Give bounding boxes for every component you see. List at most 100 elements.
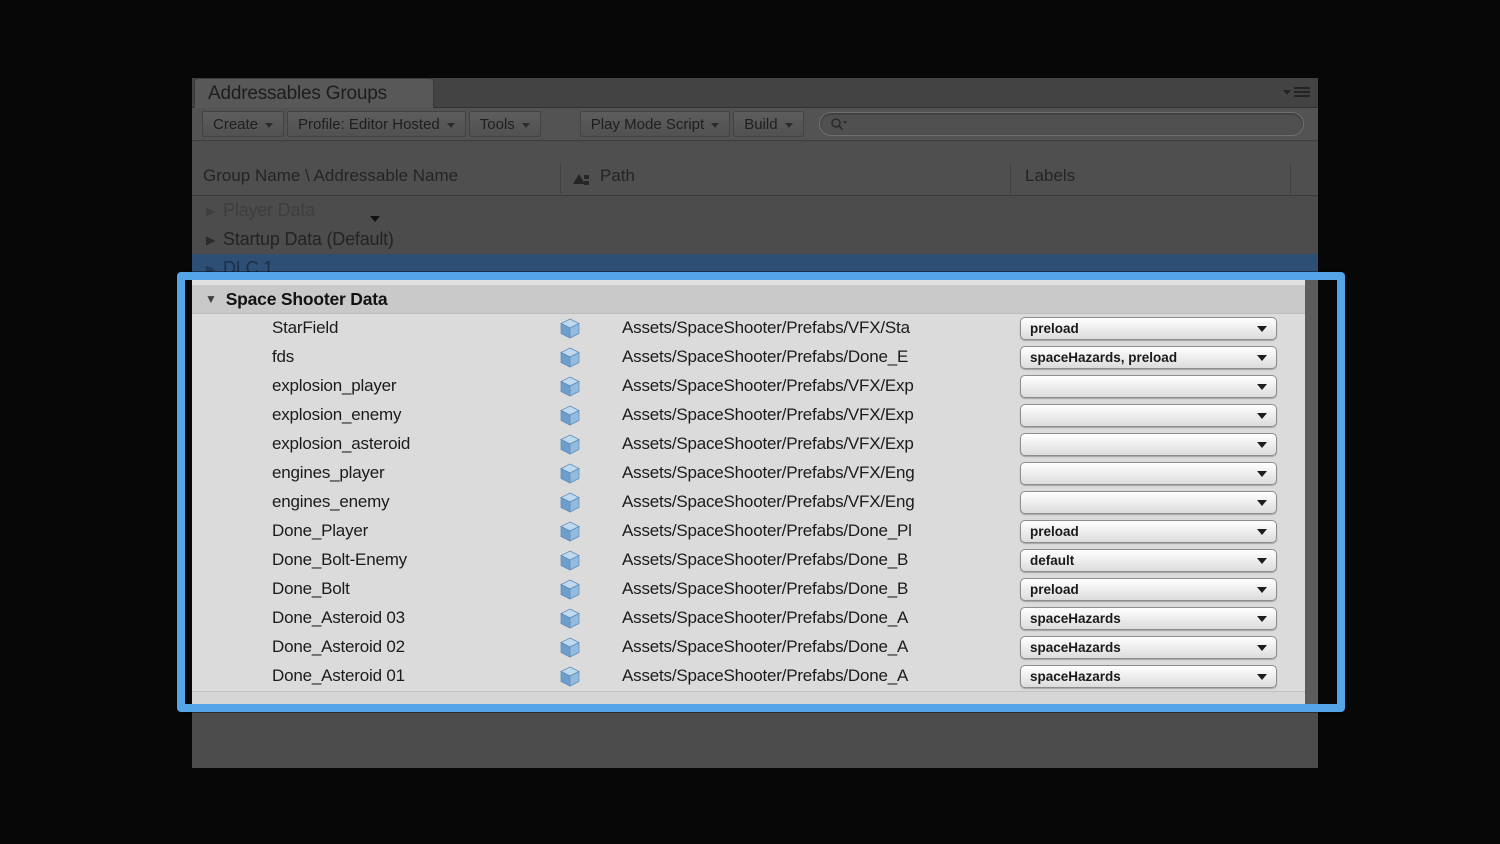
labels-dropdown[interactable]: default: [1020, 549, 1277, 572]
prefab-cube-icon: [560, 492, 580, 513]
labels-dropdown[interactable]: preload: [1020, 520, 1277, 543]
asset-path: Assets/SpaceShooter/Prefabs/Done_B: [622, 550, 1007, 570]
labels-dropdown[interactable]: [1020, 375, 1277, 398]
group-tree-dimmed: ▶ Player Data ▶ Startup Data (Default) ▶…: [192, 196, 1318, 283]
asset-name: engines_player: [272, 463, 385, 483]
asset-name: Done_Bolt-Enemy: [272, 550, 407, 570]
chevron-down-icon: [447, 123, 455, 128]
group-row-space-shooter-data[interactable]: ▼ Space Shooter Data: [192, 285, 1318, 314]
labels-dropdown[interactable]: preload: [1020, 317, 1277, 340]
labels-dropdown-value: preload: [1030, 524, 1257, 539]
labels-dropdown-value: spaceHazards: [1030, 611, 1257, 626]
labels-dropdown[interactable]: spaceHazards, preload: [1020, 346, 1277, 369]
asset-row[interactable]: fds Assets/SpaceShooter/Prefabs/Done_E s…: [192, 343, 1318, 372]
prefab-cube-icon: [560, 376, 580, 397]
asset-row[interactable]: engines_player Assets/SpaceShooter/Prefa…: [192, 459, 1318, 488]
chevron-down-icon: [1257, 442, 1267, 448]
column-header-name[interactable]: Group Name \ Addressable Name: [203, 166, 458, 186]
asset-row[interactable]: Done_Asteroid 02 Assets/SpaceShooter/Pre…: [192, 633, 1318, 662]
prefab-cube-icon: [560, 318, 580, 339]
labels-dropdown[interactable]: spaceHazards: [1020, 665, 1277, 688]
chevron-down-icon: [1257, 587, 1267, 593]
build-button-label: Build: [744, 116, 777, 133]
labels-dropdown[interactable]: spaceHazards: [1020, 636, 1277, 659]
asset-path: Assets/SpaceShooter/Prefabs/VFX/Eng: [622, 463, 1007, 483]
chevron-down-icon: [265, 123, 273, 128]
column-divider[interactable]: [1290, 164, 1291, 194]
group-row-dlc-1[interactable]: ▶ DLC 1: [192, 254, 1318, 283]
asset-path: Assets/SpaceShooter/Prefabs/Done_E: [622, 347, 1007, 367]
asset-path: Assets/SpaceShooter/Prefabs/VFX/Exp: [622, 376, 1007, 396]
window-footer-area: [192, 708, 1318, 768]
tools-button-label: Tools: [480, 116, 515, 133]
asset-state-icon[interactable]: [572, 170, 590, 187]
column-divider[interactable]: [560, 164, 561, 194]
foldout-expanded-icon[interactable]: ▼: [205, 292, 217, 306]
prefab-cube-icon: [560, 608, 580, 629]
asset-row[interactable]: Done_Asteroid 01 Assets/SpaceShooter/Pre…: [192, 662, 1318, 691]
chevron-down-icon: [1257, 500, 1267, 506]
window-tab-strip: Addressables Groups: [192, 78, 1318, 108]
labels-dropdown-value: default: [1030, 553, 1257, 568]
asset-name: explosion_enemy: [272, 405, 401, 425]
group-row-startup-data[interactable]: ▶ Startup Data (Default): [192, 225, 1318, 254]
build-button[interactable]: Build: [733, 111, 803, 137]
asset-row[interactable]: Done_Bolt Assets/SpaceShooter/Prefabs/Do…: [192, 575, 1318, 604]
chevron-down-icon: [1257, 471, 1267, 477]
labels-dropdown-value: spaceHazards, preload: [1030, 350, 1257, 365]
group-row-player-data[interactable]: ▶ Player Data: [192, 196, 1318, 225]
asset-row[interactable]: Done_Asteroid 03 Assets/SpaceShooter/Pre…: [192, 604, 1318, 633]
chevron-down-icon: [1257, 413, 1267, 419]
profile-button[interactable]: Profile: Editor Hosted: [287, 111, 466, 137]
chevron-down-icon: [1257, 529, 1267, 535]
window-menu-button[interactable]: [1283, 87, 1310, 97]
search-icon: [830, 117, 848, 131]
search-input[interactable]: [848, 116, 1293, 132]
create-button[interactable]: Create: [202, 111, 284, 137]
search-field[interactable]: [819, 112, 1304, 136]
asset-row[interactable]: engines_enemy Assets/SpaceShooter/Prefab…: [192, 488, 1318, 517]
asset-path: Assets/SpaceShooter/Prefabs/Done_B: [622, 579, 1007, 599]
prefab-cube-icon: [560, 666, 580, 687]
group-label: Startup Data (Default): [223, 229, 394, 250]
hamburger-menu-icon: [1294, 87, 1310, 97]
labels-dropdown[interactable]: [1020, 404, 1277, 427]
prefab-cube-icon: [560, 521, 580, 542]
labels-dropdown[interactable]: [1020, 462, 1277, 485]
create-button-label: Create: [213, 116, 258, 133]
tools-button[interactable]: Tools: [469, 111, 541, 137]
asset-row[interactable]: Done_Bolt-Enemy Assets/SpaceShooter/Pref…: [192, 546, 1318, 575]
labels-dropdown[interactable]: [1020, 433, 1277, 456]
asset-name: Done_Asteroid 03: [272, 608, 405, 628]
labels-dropdown[interactable]: preload: [1020, 578, 1277, 601]
asset-row[interactable]: explosion_asteroid Assets/SpaceShooter/P…: [192, 430, 1318, 459]
tab-addressables-groups[interactable]: Addressables Groups: [194, 78, 434, 108]
play-mode-script-button[interactable]: Play Mode Script: [580, 111, 730, 137]
asset-path: Assets/SpaceShooter/Prefabs/VFX/Exp: [622, 434, 1007, 454]
asset-row[interactable]: StarField Assets/SpaceShooter/Prefabs/VF…: [192, 314, 1318, 343]
group-label: Player Data: [223, 200, 315, 221]
labels-dropdown-value: preload: [1030, 582, 1257, 597]
labels-dropdown-value: preload: [1030, 321, 1257, 336]
chevron-down-icon: [1257, 616, 1267, 622]
labels-dropdown[interactable]: [1020, 491, 1277, 514]
asset-name: Done_Asteroid 01: [272, 666, 405, 686]
highlighted-region: ▼ Space Shooter Data StarField Assets/Sp…: [192, 280, 1318, 704]
asset-row[interactable]: explosion_enemy Assets/SpaceShooter/Pref…: [192, 401, 1318, 430]
column-header-path[interactable]: Path: [600, 166, 635, 186]
asset-name: explosion_player: [272, 376, 396, 396]
foldout-collapsed-icon[interactable]: ▶: [206, 204, 215, 218]
asset-row[interactable]: explosion_player Assets/SpaceShooter/Pre…: [192, 372, 1318, 401]
labels-dropdown[interactable]: spaceHazards: [1020, 607, 1277, 630]
window-right-edge: [1305, 280, 1318, 704]
column-divider[interactable]: [1010, 164, 1011, 194]
asset-row-list: StarField Assets/SpaceShooter/Prefabs/VF…: [192, 314, 1318, 691]
foldout-collapsed-icon[interactable]: ▶: [206, 233, 215, 247]
screen-background: Addressables Groups Create Profile: Edit…: [0, 0, 1500, 844]
asset-row[interactable]: Done_Player Assets/SpaceShooter/Prefabs/…: [192, 517, 1318, 546]
prefab-cube-icon: [560, 550, 580, 571]
asset-name: Done_Asteroid 02: [272, 637, 405, 657]
asset-path: Assets/SpaceShooter/Prefabs/Done_A: [622, 608, 1007, 628]
column-header-labels[interactable]: Labels: [1025, 166, 1075, 186]
foldout-collapsed-icon[interactable]: ▶: [206, 262, 215, 276]
